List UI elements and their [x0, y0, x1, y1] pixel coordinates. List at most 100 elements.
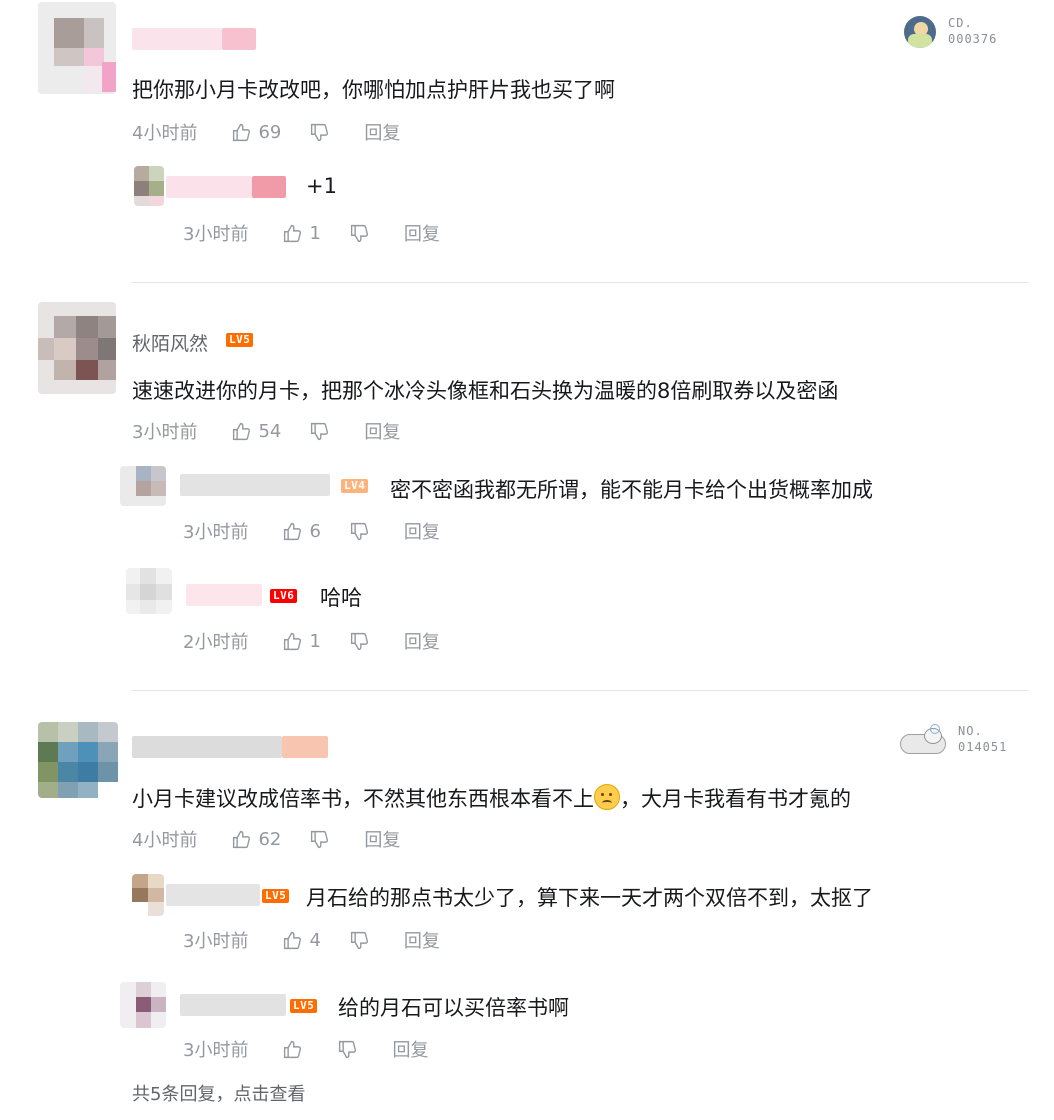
- comment-time: 4小时前: [132, 830, 198, 851]
- reply-button[interactable]: 回复: [404, 628, 440, 654]
- username-blurred[interactable]: [132, 736, 282, 758]
- username-blurred[interactable]: [180, 474, 330, 496]
- comment-text: 速速改进你的月卡，把那个冰冷头像框和石头换为温暖的8倍刷取券以及密函: [132, 379, 839, 403]
- like-button[interactable]: 54: [231, 421, 281, 442]
- reply-button[interactable]: 回复: [364, 119, 400, 145]
- thumb-down-icon: [350, 224, 368, 242]
- fan-badge: NO. 014051: [894, 716, 1022, 760]
- badge-avatar-icon: [904, 16, 936, 48]
- thumb-up-icon: [284, 522, 302, 540]
- thumb-down-icon: [311, 830, 329, 848]
- dislike-button[interactable]: [309, 829, 330, 850]
- like-count: 69: [258, 121, 282, 143]
- reply-text: 给的月石可以买倍率书啊: [338, 996, 569, 1020]
- badge-number: 014051: [958, 740, 1008, 754]
- level-badge: LV5: [226, 333, 254, 347]
- avatar[interactable]: [38, 302, 116, 394]
- like-button[interactable]: 4: [282, 929, 321, 951]
- like-button[interactable]: 1: [282, 630, 321, 652]
- reply-text: 哈哈: [320, 586, 362, 610]
- reply-meta: 3小时前 6 回复: [183, 518, 440, 544]
- reply-meta: 3小时前 4 回复: [183, 927, 440, 953]
- avatar[interactable]: [132, 874, 164, 916]
- thumb-down-icon: [311, 422, 329, 440]
- level-badge: LV4: [341, 479, 369, 493]
- sad-face-emoji-icon: [594, 784, 620, 810]
- comment-text-part: 小月卡建议改成倍率书，不然其他东西根本看不上: [132, 787, 594, 811]
- dislike-button[interactable]: [309, 421, 330, 442]
- avatar[interactable]: [38, 722, 118, 798]
- avatar[interactable]: [126, 568, 172, 614]
- reply-button[interactable]: 回复: [404, 518, 440, 544]
- like-count: 54: [258, 420, 282, 442]
- like-button[interactable]: 69: [231, 122, 281, 143]
- avatar[interactable]: [120, 982, 166, 1028]
- like-button[interactable]: [282, 1039, 309, 1060]
- reply-button[interactable]: 回复: [404, 220, 440, 246]
- username-blurred[interactable]: [166, 884, 260, 906]
- reply-text: 月石给的那点书太少了，算下来一天才两个双倍不到，太抠了: [306, 886, 873, 910]
- reply-button[interactable]: 回复: [404, 927, 440, 953]
- like-count: 1: [309, 630, 321, 652]
- username[interactable]: 秋陌风然: [132, 329, 208, 356]
- thumb-down-icon: [350, 522, 368, 540]
- badge-number: 000376: [948, 32, 998, 46]
- reply-time: 2小时前: [183, 632, 249, 653]
- username-blurred[interactable]: [180, 994, 286, 1016]
- reply-button[interactable]: 回复: [392, 1036, 428, 1062]
- thumb-down-icon: [311, 123, 329, 141]
- like-count: 62: [258, 828, 282, 850]
- like-count: 4: [309, 929, 321, 951]
- like-button[interactable]: 1: [282, 222, 321, 244]
- view-more-replies-link[interactable]: 共5条回复，点击查看: [132, 1080, 305, 1106]
- thumb-up-icon: [284, 1040, 302, 1058]
- avatar[interactable]: [134, 166, 164, 206]
- username-blurred: [282, 736, 328, 758]
- like-count: 1: [309, 222, 321, 244]
- avatar[interactable]: [38, 2, 116, 94]
- reply-text: 密不密函我都无所谓，能不能月卡给个出货概率加成: [390, 478, 873, 502]
- divider: [132, 690, 1028, 691]
- like-button[interactable]: 62: [231, 829, 281, 850]
- username-blurred: [252, 176, 286, 198]
- reply-time: 3小时前: [183, 931, 249, 952]
- username-blurred[interactable]: [186, 584, 262, 606]
- username-blurred: [222, 28, 256, 50]
- thumb-up-icon: [233, 123, 251, 141]
- reply-time: 3小时前: [183, 1040, 249, 1061]
- dislike-button[interactable]: [349, 631, 370, 652]
- avatar[interactable]: [120, 466, 166, 506]
- badge-character-icon: [894, 724, 952, 758]
- thumb-up-icon: [233, 422, 251, 440]
- reply-meta: 2小时前 1 回复: [183, 628, 440, 654]
- comment-meta: 3小时前 54 回复: [132, 418, 400, 444]
- dislike-button[interactable]: [349, 223, 370, 244]
- comment-text-part: ，大月卡我看有书才氪的: [620, 787, 851, 811]
- dislike-button[interactable]: [337, 1039, 358, 1060]
- comment-meta: 4小时前 62 回复: [132, 826, 400, 852]
- reply-button[interactable]: 回复: [364, 418, 400, 444]
- like-count: 6: [309, 520, 321, 542]
- like-button[interactable]: 6: [282, 520, 321, 542]
- dislike-button[interactable]: [349, 930, 370, 951]
- fan-badge: CD. 000376: [902, 14, 1022, 50]
- reply-time: 3小时前: [183, 224, 249, 245]
- reply-meta: 3小时前 1 回复: [183, 220, 440, 246]
- dislike-button[interactable]: [349, 521, 370, 542]
- comment-time: 3小时前: [132, 422, 198, 443]
- username-blurred[interactable]: [132, 28, 222, 50]
- reply-time: 3小时前: [183, 522, 249, 543]
- thumb-down-icon: [350, 931, 368, 949]
- level-badge: LV6: [270, 589, 298, 603]
- divider: [132, 282, 1028, 283]
- badge-label: CD.: [948, 16, 973, 30]
- comment-meta: 4小时前 69 回复: [132, 119, 400, 145]
- username-blurred[interactable]: [166, 176, 252, 198]
- thumb-up-icon: [284, 224, 302, 242]
- thumb-down-icon: [350, 632, 368, 650]
- dislike-button[interactable]: [309, 122, 330, 143]
- reply-button[interactable]: 回复: [364, 826, 400, 852]
- comment-text: 小月卡建议改成倍率书，不然其他东西根本看不上 ，大月卡我看有书才氪的: [132, 783, 851, 813]
- level-badge: LV5: [290, 999, 318, 1013]
- thumb-up-icon: [284, 632, 302, 650]
